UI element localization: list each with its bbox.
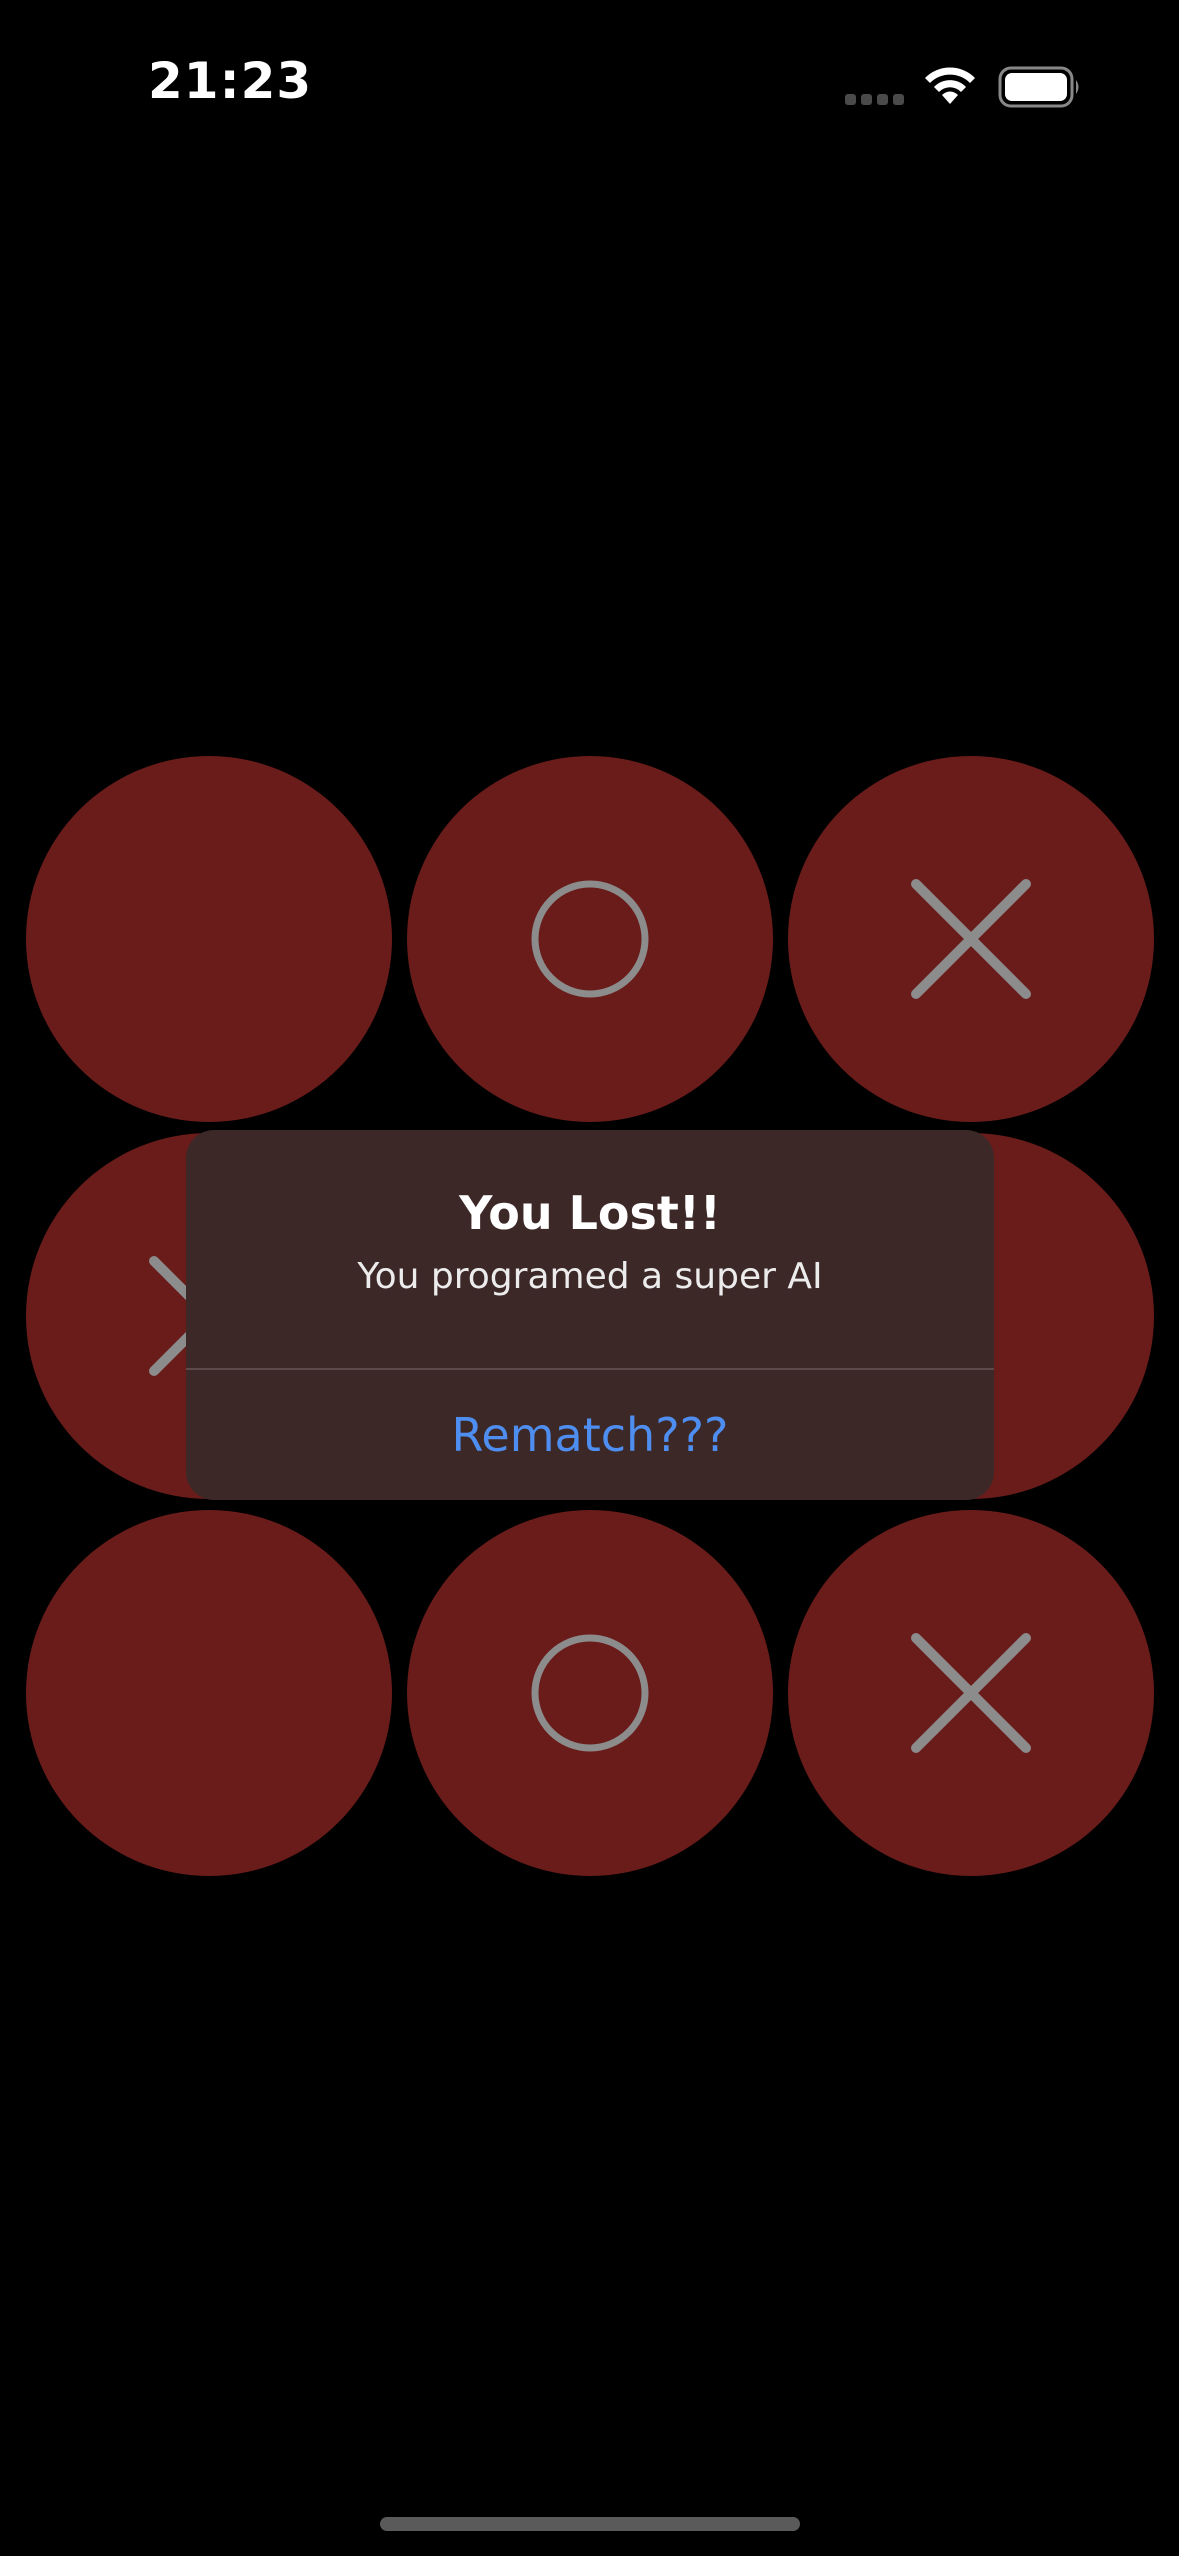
board-cell-1-3[interactable] — [788, 756, 1154, 1122]
board-cell-1-1[interactable] — [26, 756, 392, 1122]
board-cell-3-2[interactable] — [407, 1510, 773, 1876]
board-cell-3-1[interactable] — [26, 1510, 392, 1876]
game-over-alert: You Lost!! You programed a super AI Rema… — [186, 1130, 994, 1500]
board-cell-3-3[interactable] — [788, 1510, 1154, 1876]
board-cell-1-2[interactable] — [407, 756, 773, 1122]
home-indicator[interactable] — [380, 2517, 800, 2531]
x-mark-icon — [911, 879, 1031, 999]
x-mark-icon — [911, 1633, 1031, 1753]
alert-message: You programed a super AI — [357, 1256, 823, 1297]
rematch-button[interactable]: Rematch??? — [186, 1370, 994, 1500]
o-mark-icon — [531, 880, 649, 998]
o-mark-icon — [531, 1634, 649, 1752]
alert-title: You Lost!! — [459, 1186, 721, 1240]
